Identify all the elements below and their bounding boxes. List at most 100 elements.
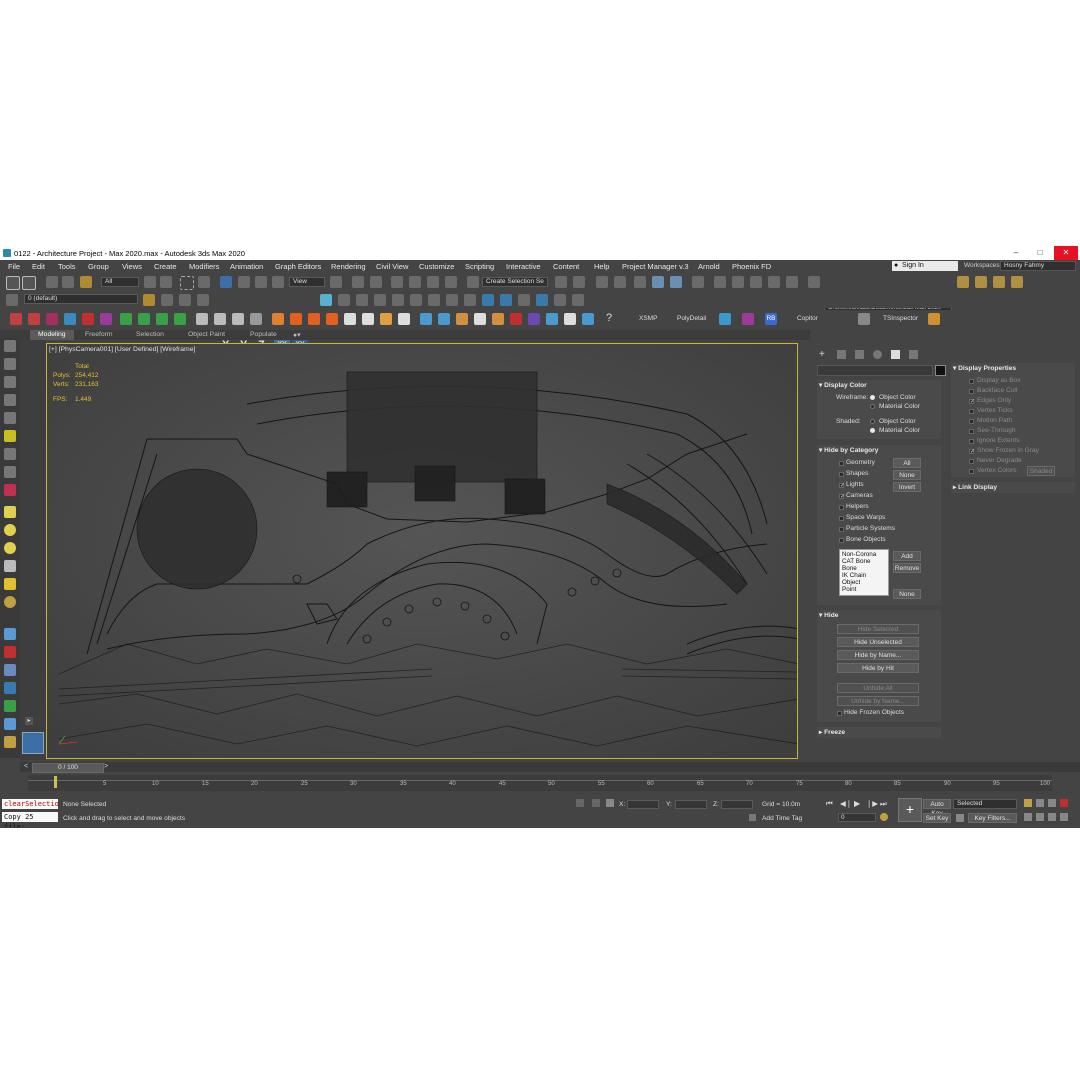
- spiral-icon[interactable]: [362, 313, 374, 325]
- ribbon-options-icon[interactable]: ●▾: [293, 331, 301, 339]
- cup-icon[interactable]: [474, 313, 486, 325]
- menu-modifiers[interactable]: Modifiers: [189, 262, 219, 271]
- xsmp-button[interactable]: XSMP: [639, 315, 657, 322]
- material-editor-icon[interactable]: [692, 276, 704, 288]
- polydetail-button[interactable]: PolyDetail: [677, 315, 706, 322]
- freeze-rollout[interactable]: ▸ Freeze: [817, 727, 941, 738]
- edit-named-selection-icon[interactable]: [467, 276, 479, 288]
- geosphere-icon[interactable]: [4, 542, 16, 554]
- scatter-icon[interactable]: [536, 294, 548, 306]
- layer-explorer-icon[interactable]: [596, 276, 608, 288]
- fire-icon-2[interactable]: [290, 313, 302, 325]
- menu-interactive[interactable]: Interactive: [506, 262, 541, 271]
- display-tab-icon[interactable]: [891, 350, 900, 359]
- select-in-layer-icon[interactable]: [161, 294, 173, 306]
- spot-icon[interactable]: [374, 294, 386, 306]
- set-key-plus-button[interactable]: +: [898, 798, 922, 822]
- unlink-icon[interactable]: [62, 276, 74, 288]
- menu-content[interactable]: Content: [553, 262, 579, 271]
- ocean-icon[interactable]: [582, 313, 594, 325]
- angle-snap-icon[interactable]: [409, 276, 421, 288]
- time-slider[interactable]: < 0 / 100 >: [20, 762, 1080, 773]
- tool-icon-4[interactable]: [4, 394, 16, 406]
- create-tab-icon[interactable]: +: [819, 349, 825, 360]
- star-plugin-icon[interactable]: [174, 313, 186, 325]
- menu-group[interactable]: Group: [88, 262, 109, 271]
- menu-file[interactable]: File: [8, 262, 20, 271]
- tab-freeform[interactable]: Freeform: [85, 331, 113, 338]
- category-list-item[interactable]: Bone: [842, 565, 886, 572]
- place-icon[interactable]: [272, 276, 284, 288]
- invert-button[interactable]: Invert: [893, 482, 921, 492]
- workspace-dropdown[interactable]: Hosny Fahmy: [1000, 261, 1076, 271]
- spiral-plugin-icon[interactable]: [742, 313, 754, 325]
- reference-coord-dropdown[interactable]: View: [289, 277, 325, 287]
- category-list-item[interactable]: CAT Bone: [842, 558, 886, 565]
- menu-civil-view[interactable]: Civil View: [376, 262, 408, 271]
- y-coordinate-field[interactable]: [675, 800, 707, 809]
- menu-views[interactable]: Views: [122, 262, 142, 271]
- copitor-button[interactable]: Copitor: [797, 315, 818, 322]
- plugin-icon-4[interactable]: [64, 313, 76, 325]
- all-button[interactable]: All: [893, 458, 921, 468]
- compass-icon[interactable]: [428, 294, 440, 306]
- menu-scripting[interactable]: Scripting: [465, 262, 494, 271]
- rotate-icon[interactable]: [238, 276, 250, 288]
- tool-icon-18[interactable]: [4, 664, 16, 676]
- sun-icon[interactable]: [338, 294, 350, 306]
- menu-graph-editors[interactable]: Graph Editors: [275, 262, 321, 271]
- utilities-tab-icon[interactable]: [909, 350, 918, 359]
- render-setup-icon[interactable]: [714, 276, 726, 288]
- orbit-icon[interactable]: [1048, 813, 1056, 821]
- bracket-icon[interactable]: [928, 313, 940, 325]
- shaded-material-color-radio[interactable]: [870, 428, 875, 433]
- menu-animation[interactable]: Animation: [230, 262, 263, 271]
- tool-icon-9[interactable]: [4, 484, 16, 496]
- rendered-frame-icon[interactable]: [732, 276, 744, 288]
- layer-manager-icon[interactable]: [6, 294, 18, 306]
- zoom-icon[interactable]: [1024, 799, 1032, 807]
- tab-object-paint[interactable]: Object Paint: [188, 331, 225, 338]
- tab-selection[interactable]: Selection: [136, 331, 164, 338]
- vertex-ticks-checkbox[interactable]: [969, 409, 974, 414]
- close-button[interactable]: ✕: [1054, 246, 1078, 260]
- fire-icon-3[interactable]: [308, 313, 320, 325]
- go-to-start-icon[interactable]: ⏮: [826, 799, 833, 809]
- tool-icon-1[interactable]: [4, 340, 16, 352]
- selection-lock-icon[interactable]: [592, 799, 600, 807]
- menu-phoenix-fd[interactable]: Phoenix FD: [732, 262, 771, 271]
- helpers-checkbox[interactable]: [839, 505, 844, 510]
- tab-populate[interactable]: Populate: [250, 331, 277, 338]
- fire-icon-4[interactable]: [326, 313, 338, 325]
- hide-by-name-button[interactable]: Hide by Name...: [837, 650, 919, 660]
- time-next-button[interactable]: >: [104, 763, 108, 770]
- spacing-icon[interactable]: [518, 294, 530, 306]
- tool-icon-2[interactable]: [4, 358, 16, 370]
- remove-button[interactable]: Remove: [893, 563, 921, 573]
- maxscript-listener-line-2[interactable]: Copy 25 file:: [2, 812, 58, 828]
- menu-tools[interactable]: Tools: [58, 262, 76, 271]
- add-to-layer-icon[interactable]: [143, 294, 155, 306]
- bone-objects-checkbox[interactable]: [839, 538, 844, 543]
- jar-icon[interactable]: [492, 313, 504, 325]
- inspector-icon[interactable]: [858, 313, 870, 325]
- motion-path-checkbox[interactable]: [969, 419, 974, 424]
- tool-icon-17[interactable]: [4, 646, 16, 658]
- spinner-snap-icon[interactable]: [445, 276, 457, 288]
- pause-icon[interactable]: [214, 313, 226, 325]
- frame-counter[interactable]: 0 / 100: [32, 763, 104, 773]
- freeze-heading[interactable]: ▸ Freeze: [819, 728, 845, 736]
- select-by-name-icon[interactable]: [160, 276, 172, 288]
- add-time-tag[interactable]: Add Time Tag: [762, 815, 802, 822]
- add-button[interactable]: Add: [893, 551, 921, 561]
- maximize-button[interactable]: □: [1028, 246, 1052, 260]
- project-icon-1[interactable]: [957, 276, 969, 288]
- set-key-button[interactable]: Set Key: [923, 813, 951, 823]
- water-icon-2[interactable]: [438, 313, 450, 325]
- cameras-checkbox[interactable]: ✓: [839, 494, 845, 500]
- plugin-icon-6[interactable]: [100, 313, 112, 325]
- hide-heading[interactable]: ▾ Hide: [819, 611, 838, 619]
- display-properties-heading[interactable]: ▾ Display Properties: [953, 364, 1016, 372]
- time-config-icon[interactable]: [880, 813, 888, 821]
- bucket-icon[interactable]: [456, 313, 468, 325]
